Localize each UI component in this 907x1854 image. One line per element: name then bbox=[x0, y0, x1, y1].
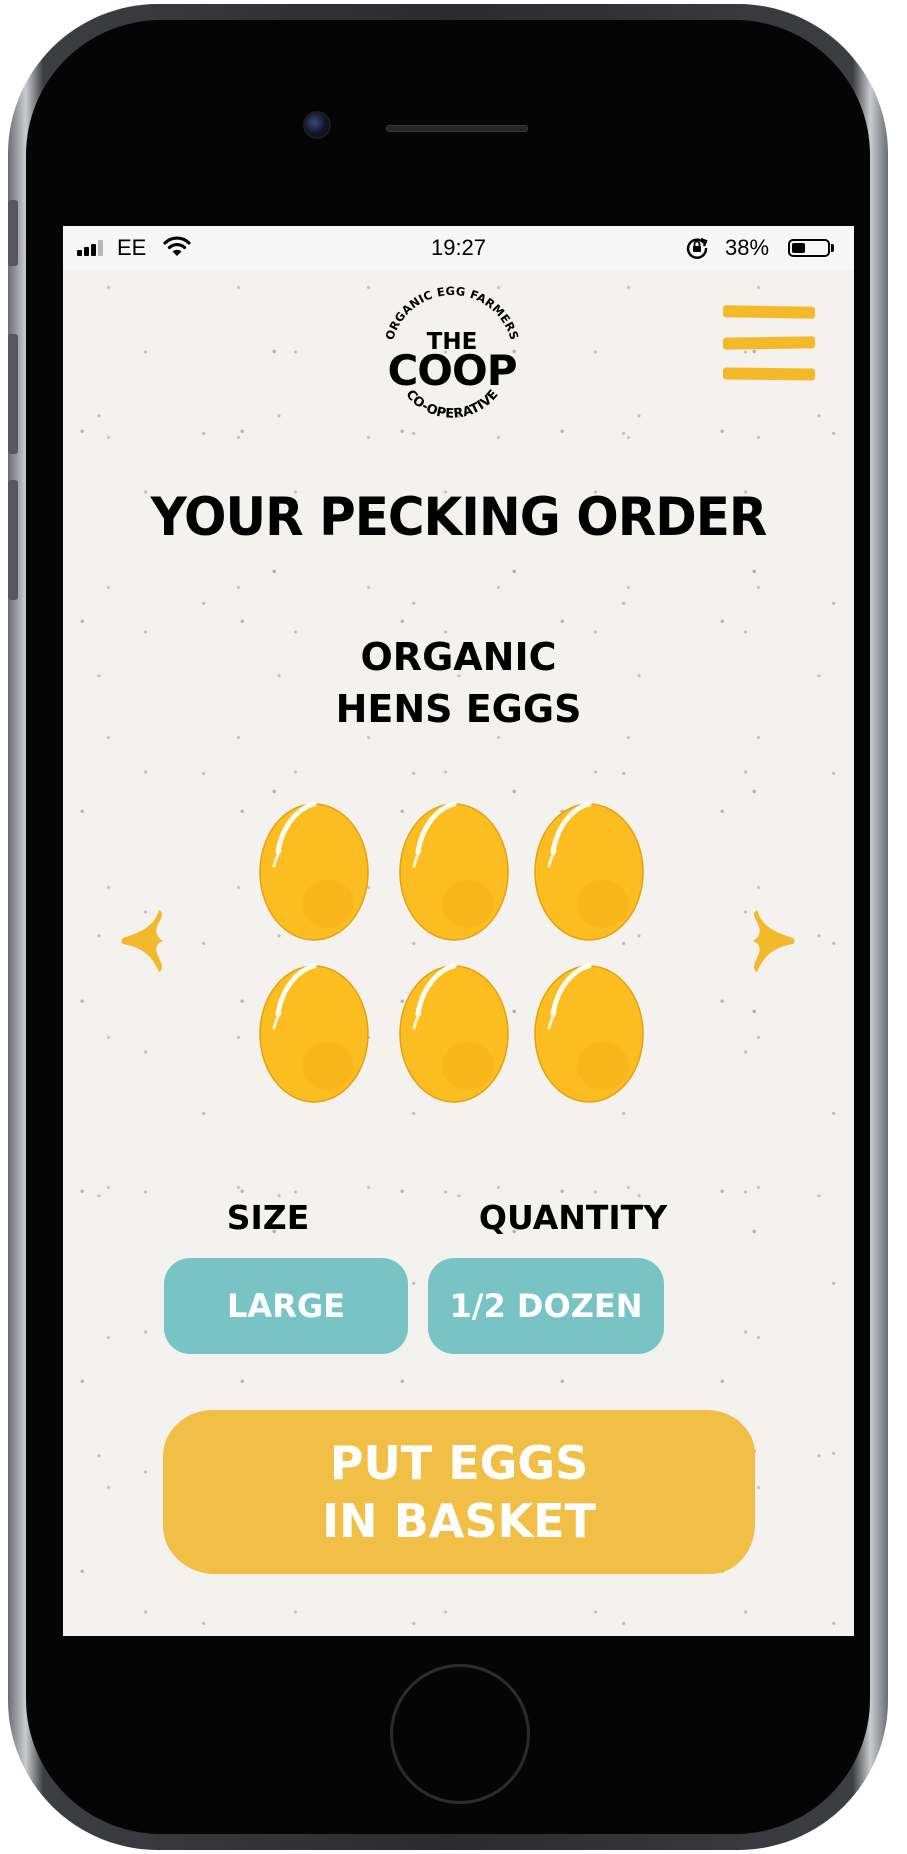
product-name-line2: HENS EGGS bbox=[335, 687, 582, 731]
home-button[interactable] bbox=[390, 1664, 530, 1804]
egg-icon bbox=[259, 963, 369, 1103]
rotation-lock-icon bbox=[686, 237, 708, 259]
egg-icon bbox=[259, 801, 369, 941]
quantity-value: 1/2 DOZEN bbox=[449, 1287, 643, 1325]
hamburger-menu-icon[interactable] bbox=[722, 305, 816, 382]
battery-nub bbox=[831, 244, 834, 252]
arrow-left-icon[interactable] bbox=[119, 908, 165, 974]
volume-up-button bbox=[8, 334, 18, 454]
size-value: LARGE bbox=[227, 1287, 345, 1325]
arrow-right-icon[interactable] bbox=[751, 908, 797, 974]
egg-icon bbox=[399, 801, 509, 941]
app-screen: EE 19:27 38% ORGANIC EGG FARMERS THE COO… bbox=[63, 226, 854, 1636]
battery-fill bbox=[792, 243, 805, 253]
battery-percentage: 38% bbox=[725, 235, 770, 260]
cta-line1: PUT EGGS bbox=[329, 1436, 589, 1490]
size-label: SIZE bbox=[226, 1198, 310, 1237]
egg-grid bbox=[258, 796, 678, 1116]
size-selector[interactable]: LARGE bbox=[164, 1258, 408, 1354]
front-camera bbox=[303, 111, 331, 139]
battery-icon bbox=[788, 239, 830, 257]
put-eggs-in-basket-button[interactable]: PUT EGGS IN BASKET bbox=[163, 1410, 755, 1574]
quantity-label: QUANTITY bbox=[478, 1198, 668, 1237]
status-bar: EE 19:27 38% bbox=[63, 226, 854, 270]
egg-icon bbox=[399, 963, 509, 1103]
earpiece-speaker bbox=[386, 125, 528, 132]
cta-line2: IN BASKET bbox=[322, 1494, 596, 1548]
egg-icon bbox=[534, 801, 644, 941]
product-name: ORGANIC HENS EGGS bbox=[63, 631, 854, 735]
product-name-line1: ORGANIC bbox=[360, 635, 557, 679]
volume-down-button bbox=[8, 480, 18, 600]
egg-icon bbox=[534, 963, 644, 1103]
mute-switch bbox=[8, 200, 18, 266]
quantity-selector[interactable]: 1/2 DOZEN bbox=[428, 1258, 664, 1354]
logo-coop-text: COOP bbox=[387, 346, 516, 395]
page-title: YOUR PECKING ORDER bbox=[150, 486, 768, 548]
the-coop-logo: ORGANIC EGG FARMERS THE COOP CO-OPERATIV… bbox=[382, 284, 521, 422]
